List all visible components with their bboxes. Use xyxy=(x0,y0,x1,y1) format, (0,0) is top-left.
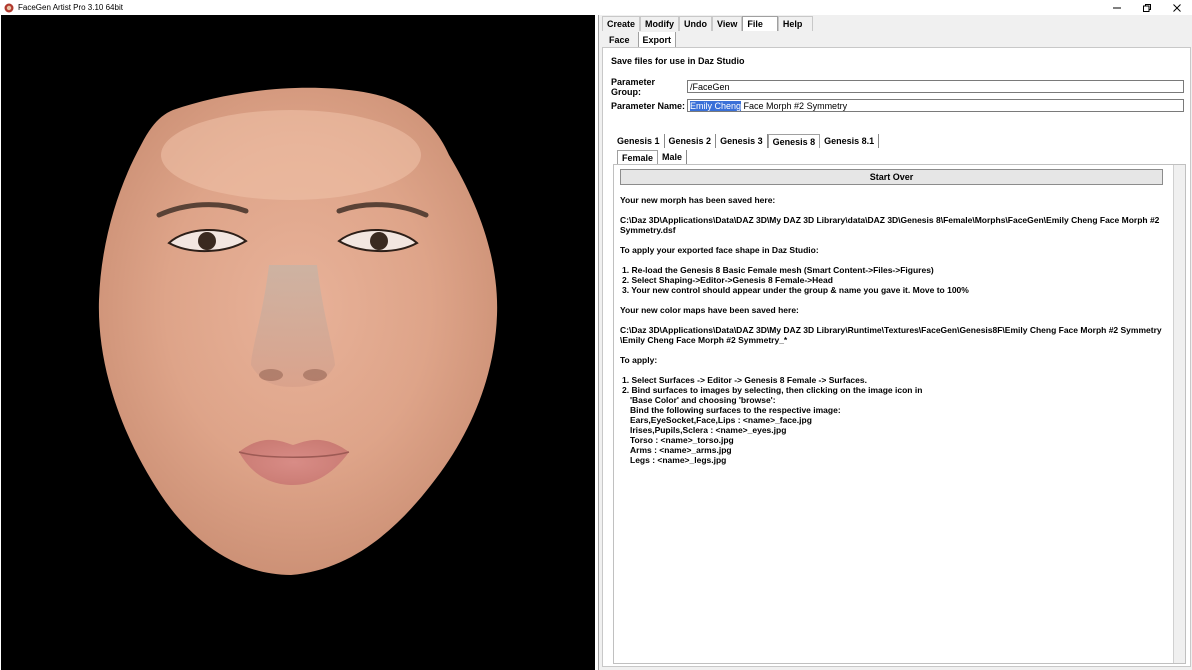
window-title: FaceGen Artist Pro 3.10 64bit xyxy=(18,3,123,12)
bind-face: Ears,EyeSocket,Face,Lips : <name>_face.j… xyxy=(630,415,812,425)
tab-male[interactable]: Male xyxy=(658,150,688,164)
color-maps-heading: Your new color maps have been saved here… xyxy=(620,305,799,315)
morph-path-line2: Symmetry.dsf xyxy=(620,225,676,235)
genesis-tabs: Genesis 1 Genesis 2 Genesis 3 Genesis 8 … xyxy=(613,134,880,148)
tab-view[interactable]: View xyxy=(712,16,743,31)
tab-file[interactable]: File xyxy=(742,16,778,31)
file-subtabs: Face Export xyxy=(605,32,677,47)
tab-female[interactable]: Female xyxy=(617,150,659,164)
parameter-group-row: Parameter Group: /FaceGen xyxy=(611,77,1184,97)
parameter-name-rest: Face Morph #2 Symmetry xyxy=(741,100,848,111)
vertical-scrollbar[interactable] xyxy=(1173,165,1185,663)
morph-saved-heading: Your new morph has been saved here: xyxy=(620,195,776,205)
main-menu-tabs: Create Modify Undo View File Help xyxy=(602,16,814,31)
surface-step-2-cont: 'Base Color' and choosing 'browse': xyxy=(630,395,776,405)
apply-step-1: 1. Re-load the Genesis 8 Basic Female me… xyxy=(622,265,934,275)
export-instructions: Your new morph has been saved here: C:\D… xyxy=(620,195,1165,465)
tab-genesis-1[interactable]: Genesis 1 xyxy=(613,134,665,148)
3d-viewport[interactable] xyxy=(1,15,595,670)
face-render xyxy=(98,87,498,576)
window-controls xyxy=(1102,0,1192,15)
export-heading: Save files for use in Daz Studio xyxy=(611,56,745,66)
apply-shape-heading: To apply your exported face shape in Daz… xyxy=(620,245,819,255)
textures-path-line1: C:\Daz 3D\Applications\Data\DAZ 3D\My DA… xyxy=(620,325,1162,335)
restore-icon xyxy=(1143,3,1151,12)
tab-modify[interactable]: Modify xyxy=(640,16,680,31)
bind-legs: Legs : <name>_legs.jpg xyxy=(630,455,727,465)
parameter-name-input[interactable]: Emily Cheng Face Morph #2 Symmetry xyxy=(687,99,1184,112)
gender-tabs: Female Male xyxy=(617,150,688,164)
bind-eyes: Irises,Pupils,Sclera : <name>_eyes.jpg xyxy=(630,425,787,435)
app-icon xyxy=(4,3,14,12)
subtab-face[interactable]: Face xyxy=(605,32,639,47)
apply-step-3: 3. Your new control should appear under … xyxy=(622,285,969,295)
tab-genesis-8-1[interactable]: Genesis 8.1 xyxy=(820,134,880,148)
genesis8-female-pane: Start Over Your new morph has been saved… xyxy=(613,164,1186,664)
textures-path-line2: \Emily Cheng Face Morph #2 Symmetry_* xyxy=(620,335,788,345)
minimize-icon xyxy=(1113,7,1121,8)
parameter-name-label: Parameter Name: xyxy=(611,100,686,111)
parameter-name-selection: Emily Cheng xyxy=(690,100,742,111)
tab-genesis-2[interactable]: Genesis 2 xyxy=(665,134,717,148)
bind-arms: Arms : <name>_arms.jpg xyxy=(630,445,732,455)
tab-help[interactable]: Help xyxy=(777,16,814,31)
parameter-group-input[interactable]: /FaceGen xyxy=(687,80,1184,93)
morph-path-line1: C:\Daz 3D\Applications\Data\DAZ 3D\My DA… xyxy=(620,215,1160,225)
surface-step-1: 1. Select Surfaces -> Editor -> Genesis … xyxy=(622,375,867,385)
tab-genesis-3[interactable]: Genesis 3 xyxy=(716,134,768,148)
tab-create[interactable]: Create xyxy=(602,16,641,31)
tab-undo[interactable]: Undo xyxy=(679,16,713,31)
subtab-export[interactable]: Export xyxy=(638,32,677,47)
title-bar: FaceGen Artist Pro 3.10 64bit xyxy=(0,0,1192,15)
parameter-name-row: Parameter Name: Emily Cheng Face Morph #… xyxy=(611,99,1184,112)
restore-button[interactable] xyxy=(1132,0,1162,15)
minimize-button[interactable] xyxy=(1102,0,1132,15)
to-apply-heading: To apply: xyxy=(620,355,658,365)
bind-heading: Bind the following surfaces to the respe… xyxy=(630,405,841,415)
parameter-group-value: /FaceGen xyxy=(690,81,730,92)
start-over-button[interactable]: Start Over xyxy=(620,169,1163,185)
close-icon xyxy=(1173,3,1181,12)
export-pane: Save files for use in Daz Studio Paramet… xyxy=(602,47,1191,667)
bind-torso: Torso : <name>_torso.jpg xyxy=(630,435,734,445)
surface-step-2: 2. Bind surfaces to images by selecting,… xyxy=(622,385,923,395)
control-panel: Create Modify Undo View File Help Face E… xyxy=(598,15,1192,670)
apply-step-2: 2. Select Shaping->Editor->Genesis 8 Fem… xyxy=(622,275,833,285)
close-button[interactable] xyxy=(1162,0,1192,15)
tab-genesis-8[interactable]: Genesis 8 xyxy=(767,134,821,148)
parameter-group-label: Parameter Group: xyxy=(611,76,656,97)
